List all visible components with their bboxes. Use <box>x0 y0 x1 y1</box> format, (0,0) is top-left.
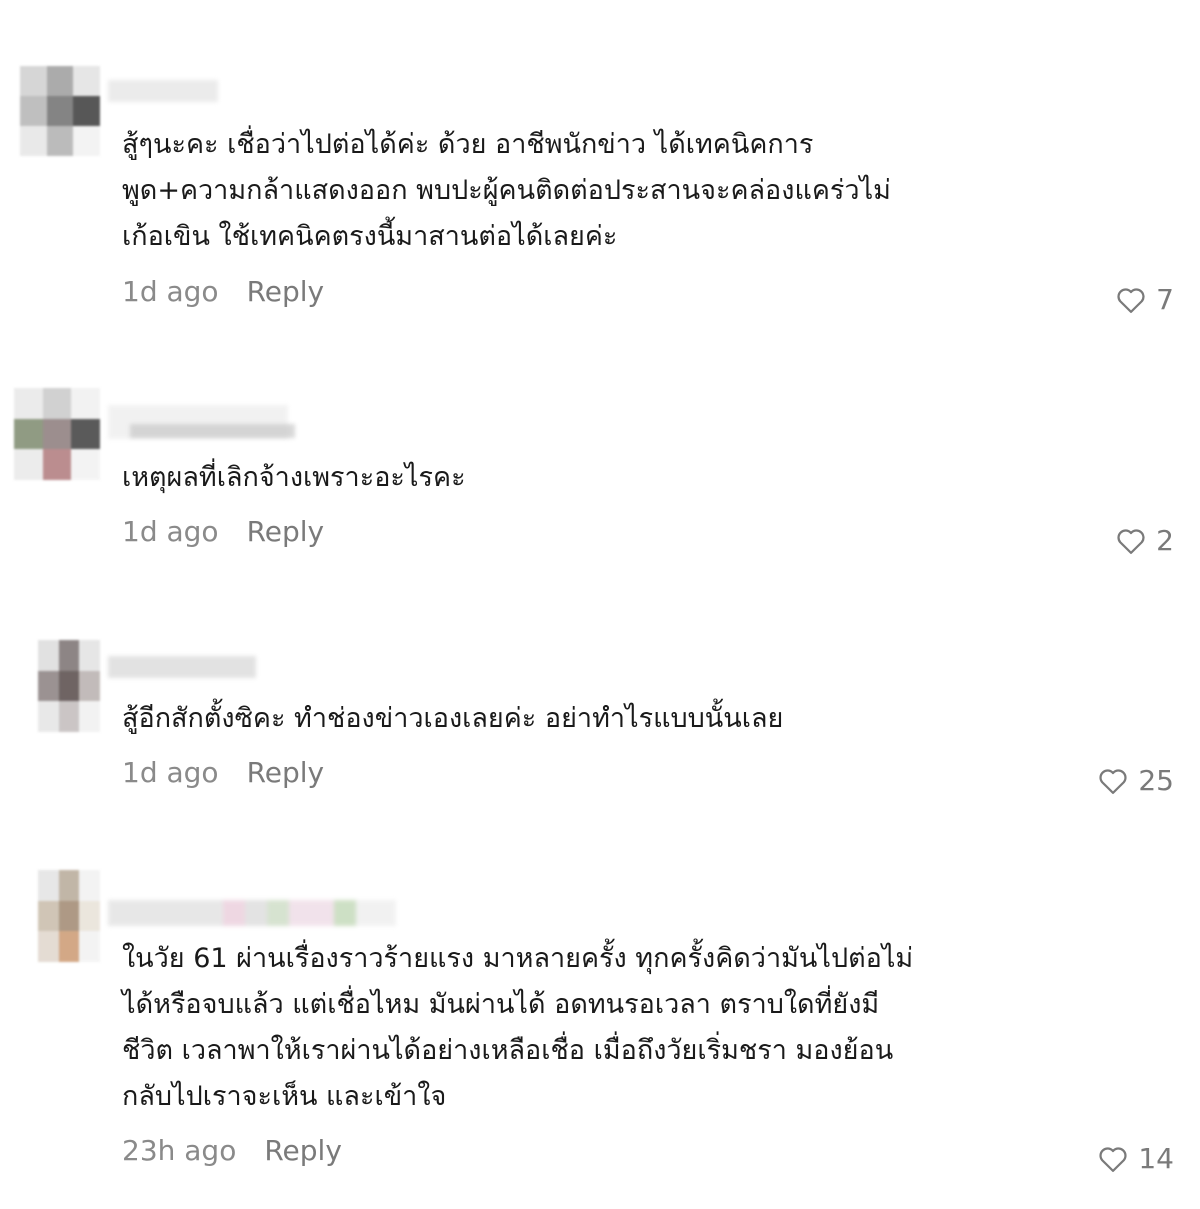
like-button[interactable]: 7 <box>1116 283 1174 316</box>
heart-outline-icon <box>1099 1146 1127 1172</box>
like-button[interactable]: 25 <box>1098 764 1174 797</box>
reply-button[interactable]: Reply <box>264 1134 342 1167</box>
avatar[interactable] <box>20 66 100 156</box>
comment-meta: 1d ago Reply <box>122 515 324 548</box>
like-button[interactable]: 14 <box>1098 1142 1174 1175</box>
comment-text: สู้อีกสักตั้งซิคะ ทำช่องข่าวเองเลยค่ะ อย… <box>122 703 784 734</box>
like-count: 2 <box>1156 524 1174 557</box>
comment-meta: 23h ago Reply <box>122 1134 342 1167</box>
username-blurred[interactable] <box>130 424 295 438</box>
reply-button[interactable]: Reply <box>247 275 325 308</box>
username-blurred[interactable] <box>108 900 396 926</box>
like-button[interactable]: 2 <box>1116 524 1174 557</box>
like-count: 14 <box>1138 1142 1174 1175</box>
reply-button[interactable]: Reply <box>247 515 325 548</box>
reply-button[interactable]: Reply <box>247 756 325 789</box>
comment-time: 1d ago <box>122 515 219 548</box>
like-count: 7 <box>1156 283 1174 316</box>
avatar[interactable] <box>38 870 100 962</box>
avatar[interactable] <box>14 388 100 480</box>
comment-time: 23h ago <box>122 1134 237 1167</box>
comment-text: สู้ๆนะคะ เชื่อว่าไปต่อได้ค่ะ ด้วย อาชีพน… <box>122 129 891 252</box>
comment-meta: 1d ago Reply <box>122 275 324 308</box>
username-blurred[interactable] <box>108 656 256 678</box>
comment-time: 1d ago <box>122 275 219 308</box>
heart-outline-icon <box>1117 287 1145 313</box>
heart-outline-icon <box>1099 768 1127 794</box>
comment-time: 1d ago <box>122 756 219 789</box>
comment-text: ในวัย 61 ผ่านเรื่องราวร้ายแรง มาหลายครั้… <box>122 943 914 1112</box>
like-count: 25 <box>1138 764 1174 797</box>
heart-outline-icon <box>1117 528 1145 554</box>
comment-meta: 1d ago Reply <box>122 756 324 789</box>
avatar[interactable] <box>38 640 100 732</box>
comment-text: เหตุผลที่เลิกจ้างเพราะอะไรคะ <box>122 462 466 493</box>
username-blurred[interactable] <box>108 80 218 102</box>
